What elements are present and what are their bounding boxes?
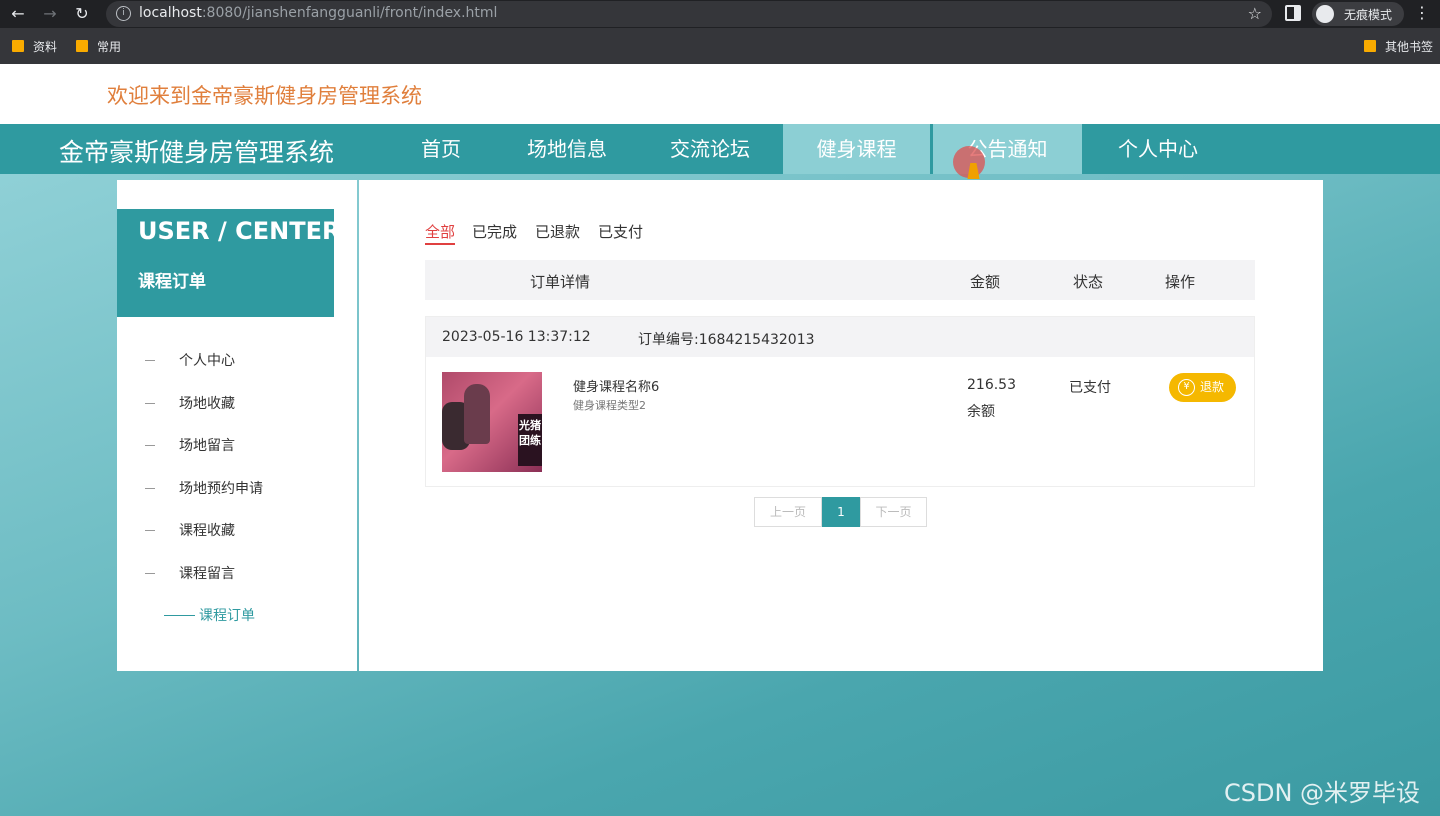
sidebar-item-course-favorites[interactable]: 课程收藏 xyxy=(145,520,235,540)
column-header-amount: 金额 xyxy=(970,273,1001,291)
bookmark-folder-other[interactable]: 其他书签 xyxy=(1364,38,1433,55)
pay-method: 余额 xyxy=(967,404,995,420)
watermark: CSDN @米罗毕设 xyxy=(1224,779,1421,807)
order-card: 2023-05-16 13:37:12 订单编号:1684215432013 光… xyxy=(425,316,1255,487)
page-number-current[interactable]: 1 xyxy=(822,497,860,527)
sidebar-subtitle: 课程订单 xyxy=(138,272,206,292)
order-price: 216.53 xyxy=(967,377,1016,393)
browser-titlebar: ← → ↻ i localhost:8080/jianshenfangguanl… xyxy=(0,0,1440,28)
back-arrow-icon[interactable]: ← xyxy=(8,4,28,24)
sidebar-item-course-comments[interactable]: 课程留言 xyxy=(145,563,235,583)
thumbnail-poster-text: 光猪团练 xyxy=(519,419,541,447)
sidebar-title: USER / CENTER xyxy=(138,217,341,245)
bookmark-folder-changyong[interactable]: 常用 xyxy=(76,38,121,55)
bookmark-star-icon[interactable]: ☆ xyxy=(1248,4,1262,23)
main-navbar: 金帝豪斯健身房管理系统 首页 场地信息 交流论坛 健身课程 公告通知 个人中心 xyxy=(0,124,1440,174)
order-status: 已支付 xyxy=(1069,380,1111,396)
browser-menu-icon[interactable]: ⋮ xyxy=(1414,3,1430,22)
info-icon[interactable]: i xyxy=(116,6,131,21)
bookmark-folder-ziliao[interactable]: 资料 xyxy=(12,38,57,55)
url-text[interactable]: localhost:8080/jianshenfangguanli/front/… xyxy=(139,5,497,21)
folder-icon xyxy=(76,40,88,52)
orders-panel: 全部 已完成 已退款 已支付 订单详情 金额 状态 操作 2023-05-16 … xyxy=(359,180,1323,671)
sidebar-item-venue-comments[interactable]: 场地留言 xyxy=(145,435,235,455)
sidebar-item-venue-booking[interactable]: 场地预约申请 xyxy=(145,478,263,498)
refund-button[interactable]: ¥ 退款 xyxy=(1169,373,1236,402)
side-panel-icon[interactable] xyxy=(1285,5,1301,21)
brand-title: 金帝豪斯健身房管理系统 xyxy=(59,138,335,167)
nav-fitness-courses[interactable]: 健身课程 xyxy=(783,124,930,174)
tab-completed[interactable]: 已完成 xyxy=(472,221,517,242)
sidebar-item-course-orders[interactable]: 课程订单 xyxy=(164,605,255,625)
sidebar-item-personal-center[interactable]: 个人中心 xyxy=(145,350,235,370)
refund-button-label: 退款 xyxy=(1200,380,1225,394)
tab-all[interactable]: 全部 xyxy=(425,221,456,245)
welcome-text: 欢迎来到金帝豪斯健身房管理系统 xyxy=(107,84,422,108)
course-thumbnail[interactable]: 光猪团练 xyxy=(442,372,542,472)
tab-refunded[interactable]: 已退款 xyxy=(535,221,580,242)
forward-arrow-icon[interactable]: → xyxy=(40,4,60,24)
user-sidebar: USER / CENTER 课程订单 个人中心 场地收藏 场地留言 场地预约申请… xyxy=(117,180,357,671)
sidebar-item-venue-favorites[interactable]: 场地收藏 xyxy=(145,393,235,413)
page-header: 欢迎来到金帝豪斯健身房管理系统 xyxy=(0,64,1440,124)
nav-forum[interactable]: 交流论坛 xyxy=(639,124,781,174)
folder-icon xyxy=(1364,40,1376,52)
sidebar-header: USER / CENTER 课程订单 xyxy=(117,209,340,317)
tab-paid[interactable]: 已支付 xyxy=(598,221,643,242)
order-date: 2023-05-16 13:37:12 xyxy=(442,329,591,345)
incognito-icon xyxy=(1316,5,1334,23)
reload-icon[interactable]: ↻ xyxy=(72,4,92,24)
course-type: 健身课程类型2 xyxy=(573,399,646,412)
folder-icon xyxy=(12,40,24,52)
bookmarks-bar: 资料 常用 其他书签 xyxy=(0,28,1440,64)
course-name[interactable]: 健身课程名称6 xyxy=(573,376,659,395)
column-header-detail: 订单详情 xyxy=(530,273,591,291)
prev-page-button[interactable]: 上一页 xyxy=(754,497,822,527)
column-header-status: 状态 xyxy=(1073,273,1104,291)
address-bar[interactable]: i localhost:8080/jianshenfangguanli/fron… xyxy=(106,1,1272,27)
yen-icon: ¥ xyxy=(1178,379,1195,396)
nav-home[interactable]: 首页 xyxy=(391,124,491,174)
orders-table-header: 订单详情 金额 状态 操作 xyxy=(425,260,1255,300)
nav-venue-info[interactable]: 场地信息 xyxy=(497,124,637,174)
order-number: 订单编号:1684215432013 xyxy=(638,332,815,348)
incognito-badge[interactable]: 无痕模式 xyxy=(1312,2,1404,26)
next-page-button[interactable]: 下一页 xyxy=(860,497,927,527)
order-card-header: 2023-05-16 13:37:12 订单编号:1684215432013 xyxy=(426,317,1254,357)
nav-personal-center[interactable]: 个人中心 xyxy=(1087,124,1229,174)
column-header-action: 操作 xyxy=(1165,273,1196,291)
